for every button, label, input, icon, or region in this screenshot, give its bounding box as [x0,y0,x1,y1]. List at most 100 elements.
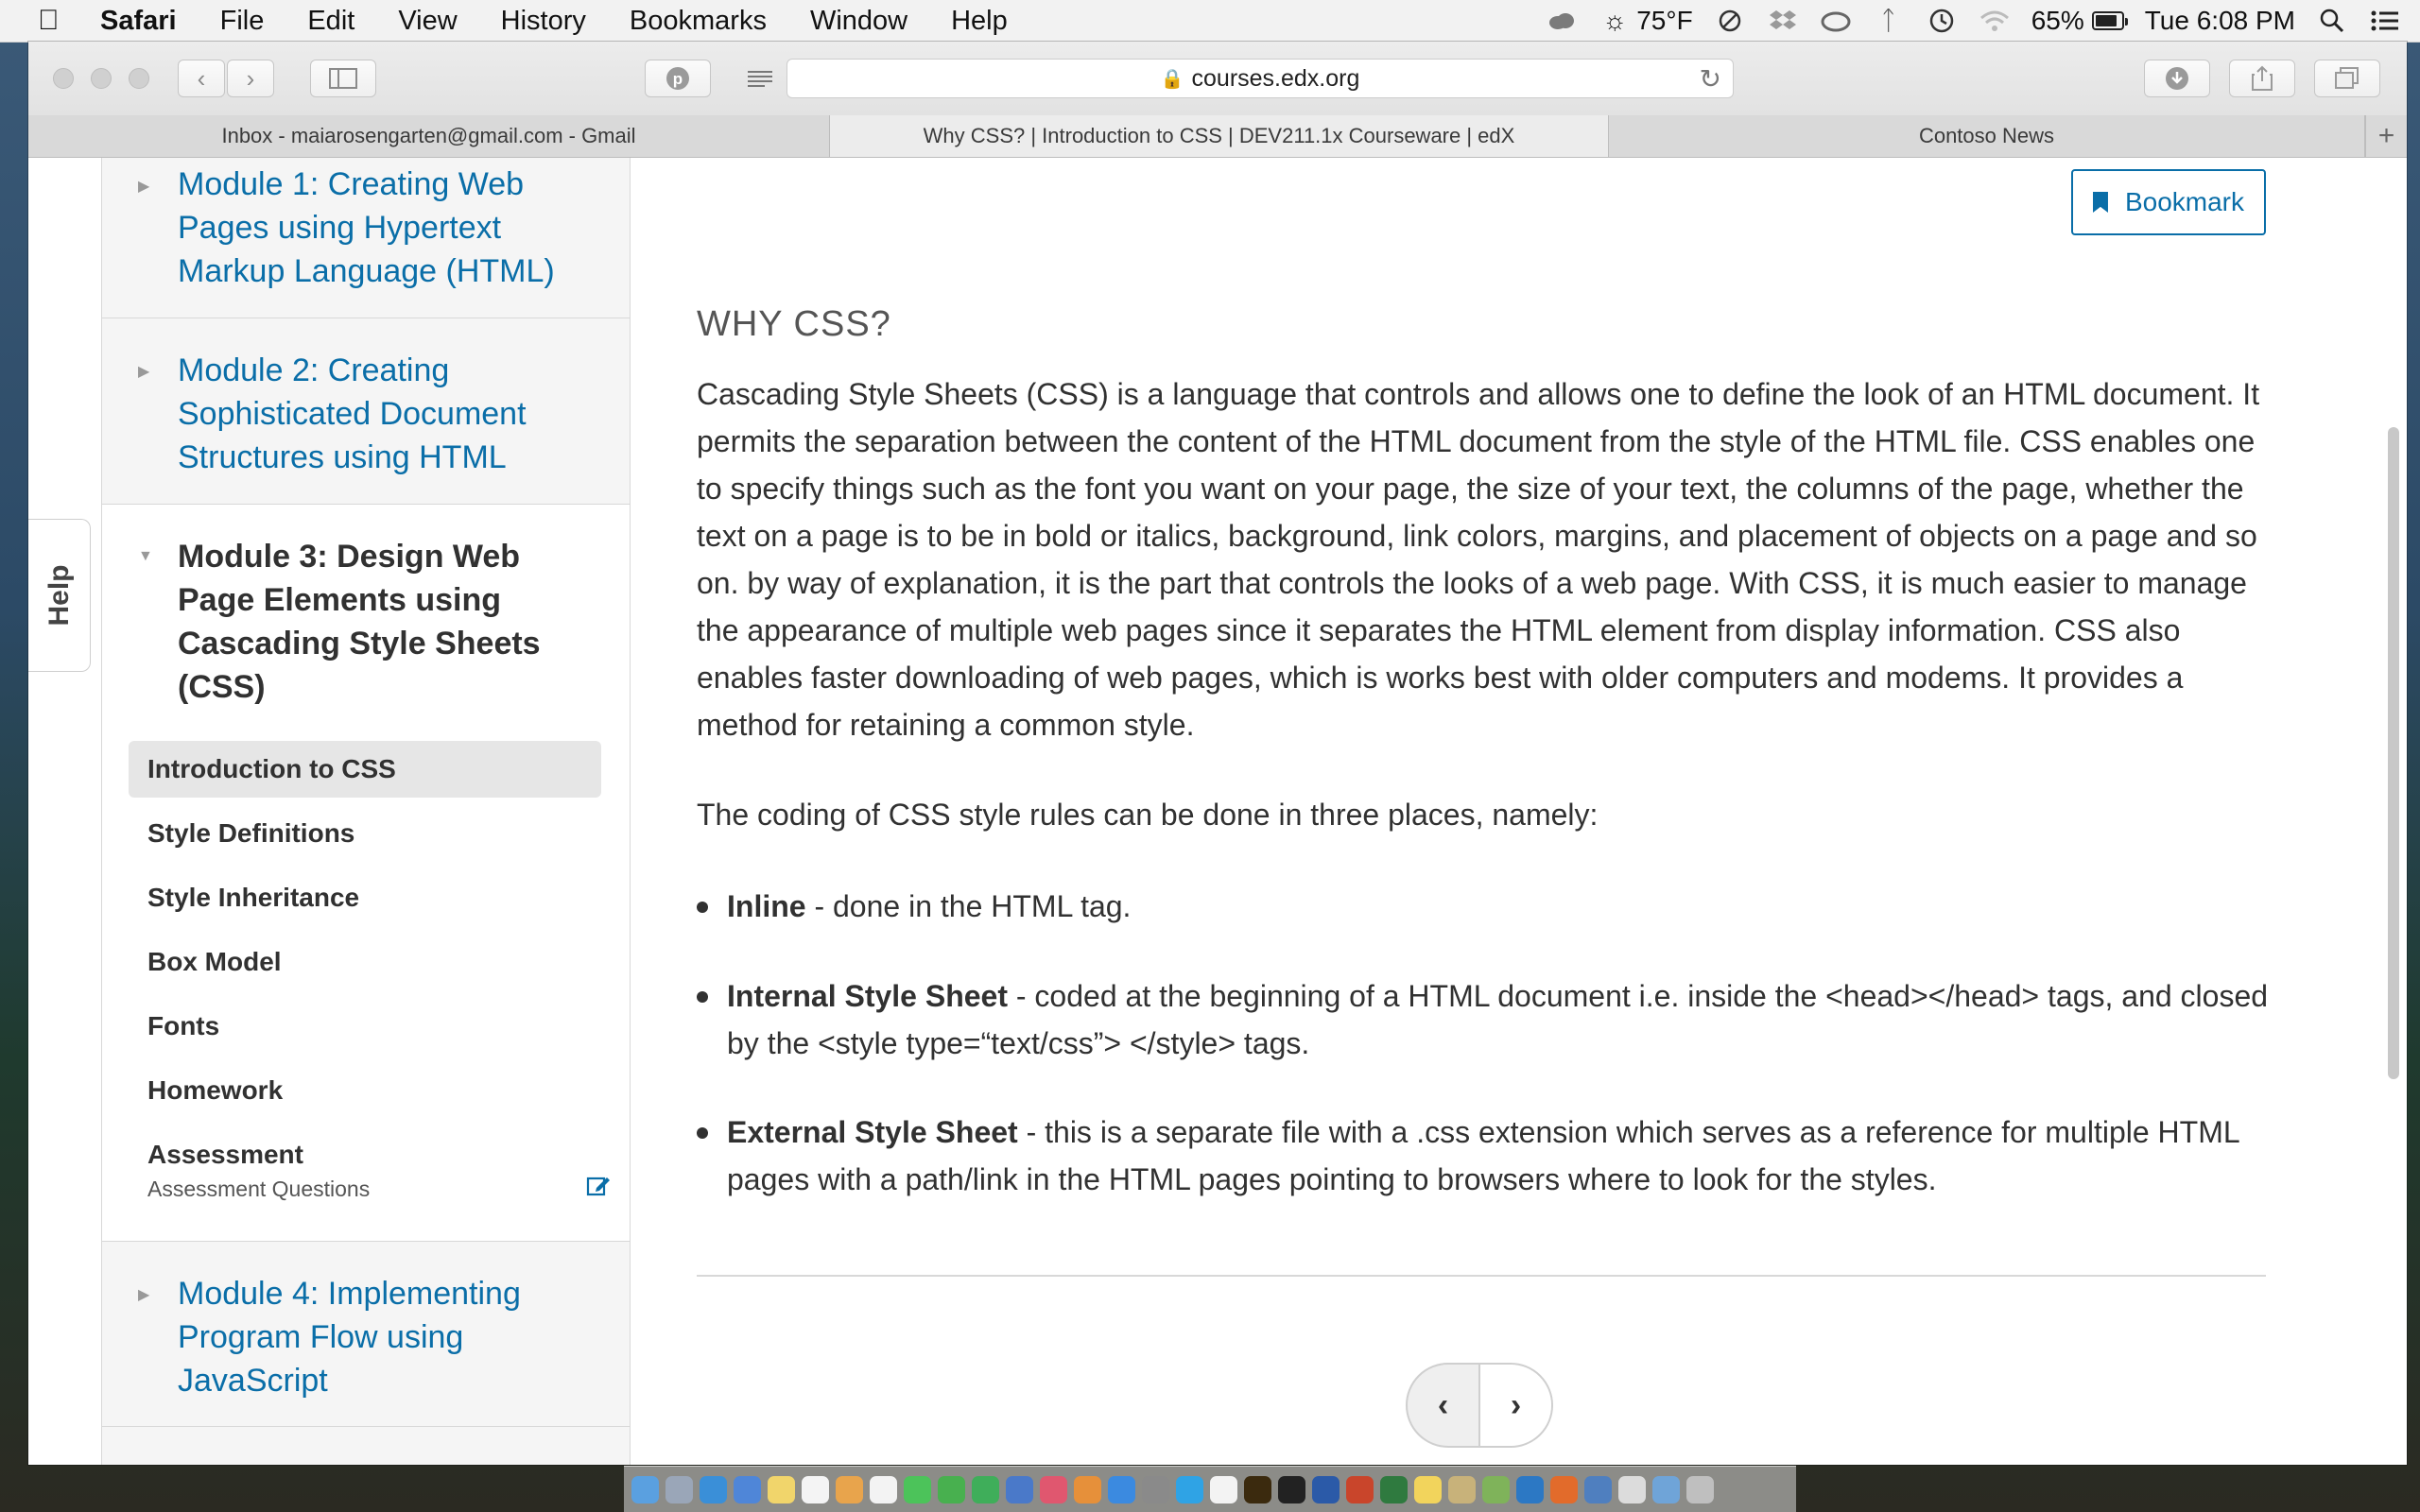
creative-cloud-icon[interactable] [1820,7,1852,35]
terminal-icon[interactable] [1278,1475,1305,1503]
wifi-icon[interactable] [1979,7,2011,35]
menu-view[interactable]: View [376,6,478,37]
reload-icon[interactable]: ↻ [1700,63,1721,94]
sequence-navigation: ‹ › [1406,1363,1553,1448]
vscode-icon[interactable] [1516,1475,1544,1503]
chevron-right-icon: › [246,63,255,93]
keynote-icon[interactable] [1006,1475,1033,1503]
menu-app-safari[interactable]: Safari [79,6,199,37]
reminders-icon[interactable] [802,1475,829,1503]
messages-icon[interactable] [904,1475,931,1503]
facetime-icon[interactable] [938,1475,965,1503]
module-4-title[interactable]: Module 4: Implementing Program Flow usin… [178,1272,594,1402]
menu-file[interactable]: File [199,6,286,37]
share-button[interactable] [2229,60,2295,97]
lesson-introduction-to-css[interactable]: Introduction to CSS [129,741,601,798]
list-item-external: External Style Sheet - this is a separat… [697,1108,2275,1203]
weather-temperature[interactable]: 75°F [1636,6,1692,36]
trash-icon[interactable] [1686,1475,1714,1503]
excel-icon[interactable] [1380,1475,1408,1503]
bookmark-button[interactable]: Bookmark [2071,169,2266,235]
word-icon[interactable] [1312,1475,1340,1503]
lesson-fonts[interactable]: Fonts [129,998,601,1055]
module-2[interactable]: ▶ Module 2: Creating Sophisticated Docum… [102,318,630,505]
do-not-disturb-icon[interactable] [1714,7,1746,35]
notes-icon[interactable] [768,1475,795,1503]
downloads-icon[interactable] [1652,1475,1680,1503]
module-4[interactable]: ▶ Module 4: Implementing Program Flow us… [102,1241,630,1427]
minimize-window-button[interactable] [91,68,112,89]
documents-icon[interactable] [1618,1475,1646,1503]
time-machine-icon[interactable] [1926,7,1958,35]
sidebar-icon [329,68,357,89]
sidebar-toggle-button[interactable] [310,60,376,97]
apple-menu-icon[interactable]:  [38,5,79,37]
dropbox-icon[interactable] [1767,7,1799,35]
pinterest-button[interactable]: p [645,60,711,97]
maps-icon[interactable] [1482,1475,1510,1503]
lesson-style-inheritance[interactable]: Style Inheritance [129,869,601,926]
previous-unit-button[interactable]: ‹ [1408,1365,1480,1446]
menu-window[interactable]: Window [788,6,929,37]
menu-bookmarks[interactable]: Bookmarks [608,6,788,37]
module-1[interactable]: ▶ Module 1: Creating Web Pages using Hyp… [102,158,630,318]
lesson-assessment[interactable]: Assessment [129,1126,601,1183]
module-5-title[interactable]: Module 5: Adding External [178,1457,594,1465]
lesson-style-definitions[interactable]: Style Definitions [129,805,601,862]
zoom-window-button[interactable] [129,68,149,89]
photos-icon[interactable] [836,1475,863,1503]
paragraph-intro: Cascading Style Sheets (CSS) is a langua… [697,377,2260,742]
forward-button[interactable]: › [227,60,274,97]
next-unit-button[interactable]: › [1480,1365,1551,1446]
page-scrollbar[interactable] [2388,427,2399,1079]
module-3-title[interactable]: Module 3: Design Web Page Elements using… [178,535,594,709]
menu-history[interactable]: History [479,6,608,37]
spotlight-search-icon[interactable] [2316,7,2348,35]
app-store-icon[interactable] [1108,1475,1135,1503]
cloud-icon[interactable] [1546,7,1578,35]
list-item-internal: Internal Style Sheet - coded at the begi… [697,972,2275,1067]
menu-edit[interactable]: Edit [285,6,376,37]
launchpad-icon[interactable] [666,1475,693,1503]
menu-help[interactable]: Help [929,6,1029,37]
illustrator-icon[interactable] [1244,1475,1271,1503]
module-5[interactable]: ▶ Module 5: Adding External [102,1427,630,1465]
lesson-box-model[interactable]: Box Model [129,934,601,990]
module-2-title[interactable]: Module 2: Creating Sophisticated Documen… [178,349,594,479]
battery-percent[interactable]: 65% [2031,6,2084,36]
ibooks-icon[interactable] [1074,1475,1101,1503]
calendar-icon[interactable] [870,1475,897,1503]
sun-icon[interactable]: ☼ [1599,6,1631,35]
new-tab-button[interactable]: + [2365,115,2407,157]
firefox-icon[interactable] [1550,1475,1578,1503]
tab-contoso-news[interactable]: Contoso News [1609,115,2365,157]
tab-overview-button[interactable] [2314,60,2380,97]
help-tab[interactable]: Help [28,519,91,672]
powerpoint-icon[interactable] [1346,1475,1374,1503]
calendar-icon[interactable] [1210,1475,1237,1503]
notification-center-icon[interactable] [2369,7,2401,35]
downloads-button[interactable] [2144,60,2210,97]
skype-icon[interactable] [1176,1475,1203,1503]
tab-edx-why-css[interactable]: Why CSS? | Introduction to CSS | DEV211.… [830,115,1609,157]
lesson-homework[interactable]: Homework [129,1062,601,1119]
folder-icon[interactable] [1584,1475,1612,1503]
clock[interactable]: Tue 6:08 PM [2145,6,2295,36]
back-button[interactable]: ‹ [178,60,225,97]
finder-icon[interactable] [631,1475,659,1503]
address-bar[interactable]: 🔒 courses.edx.org ↻ [786,59,1734,98]
battery-icon[interactable] [2091,7,2128,35]
tab-gmail[interactable]: Inbox - maiarosengarten@gmail.com - Gmai… [28,115,830,157]
system-preferences-icon[interactable] [1142,1475,1169,1503]
notes-app-icon[interactable] [1414,1475,1442,1503]
safari-icon[interactable] [700,1475,727,1503]
reader-view-button[interactable] [741,60,779,97]
close-window-button[interactable] [53,68,74,89]
scripts-icon[interactable] [1448,1475,1476,1503]
bluetooth-icon[interactable]: ᛏ [1873,6,1905,35]
module-1-title[interactable]: Module 1: Creating Web Pages using Hyper… [178,163,594,293]
numbers-icon[interactable] [972,1475,999,1503]
itunes-icon[interactable] [1040,1475,1067,1503]
mail-icon[interactable] [734,1475,761,1503]
bullet-term: Internal Style Sheet [727,979,1008,1013]
